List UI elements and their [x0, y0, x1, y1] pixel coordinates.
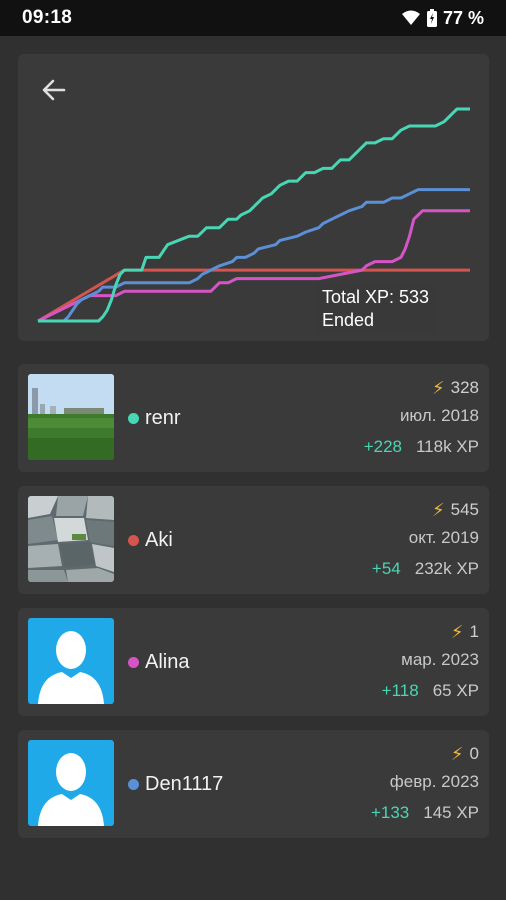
xp-delta: +133	[370, 803, 410, 822]
energy-row: ⚡ 328	[364, 376, 479, 400]
status-bar: 09:18 77 %	[0, 0, 506, 36]
joined-date: окт. 2019	[408, 528, 479, 547]
user-name-row: Alina	[128, 608, 189, 716]
chart-summary: Total XP: 533 Ended	[316, 284, 436, 334]
status-icons: 77 %	[401, 8, 484, 29]
energy-value: 328	[450, 378, 479, 397]
user-name: Aki	[145, 528, 173, 551]
user-card[interactable]: Den1117 ⚡ 0 февр. 2023 +133 145 XP	[18, 730, 489, 838]
battery-percent: 77 %	[442, 7, 484, 28]
energy-value: 1	[469, 622, 479, 641]
user-card[interactable]: Aki ⚡ 545 окт. 2019 +54 232k XP	[18, 486, 489, 594]
xp-total: 65 XP	[432, 681, 479, 700]
user-name-row: Den1117	[128, 730, 223, 838]
user-stats: ⚡ 328 июл. 2018 +228 118k XP	[364, 376, 479, 462]
user-stats: ⚡ 545 окт. 2019 +54 232k XP	[372, 498, 479, 584]
series-color-dot	[128, 412, 139, 424]
lightning-icon: ⚡	[450, 621, 464, 642]
user-name-row: renr	[128, 364, 181, 472]
lightning-icon: ⚡	[431, 499, 445, 520]
xp-row: +118 65 XP	[382, 675, 479, 706]
energy-value: 0	[469, 744, 479, 763]
main-screen: Total XP: 533 Ended renr ⚡ 328 июл. 2018…	[0, 36, 506, 900]
xp-total: 232k XP	[414, 559, 479, 578]
avatar	[28, 740, 114, 826]
user-card[interactable]: renr ⚡ 328 июл. 2018 +228 118k XP	[18, 364, 489, 472]
battery-icon	[426, 9, 437, 27]
user-name-row: Aki	[128, 486, 173, 594]
avatar	[28, 374, 114, 460]
xp-chart-card: Total XP: 533 Ended	[18, 54, 489, 341]
user-name: renr	[145, 406, 181, 429]
energy-row: ⚡ 545	[372, 498, 479, 522]
xp-delta: +228	[363, 437, 402, 456]
joined-date: февр. 2023	[389, 772, 479, 791]
back-button[interactable]	[34, 70, 74, 110]
xp-delta: +54	[371, 559, 401, 578]
total-xp-label: Total XP: 533	[322, 287, 430, 307]
series-color-dot	[128, 778, 139, 790]
xp-delta: +118	[381, 681, 419, 700]
joined-date: июл. 2018	[399, 406, 479, 425]
xp-row: +228 118k XP	[364, 431, 479, 462]
wifi-icon	[401, 10, 420, 25]
energy-value: 545	[450, 500, 479, 519]
energy-row: ⚡ 0	[371, 742, 479, 766]
user-name: Alina	[145, 650, 190, 673]
energy-row: ⚡ 1	[382, 620, 479, 644]
avatar	[28, 618, 114, 704]
user-stats: ⚡ 0 февр. 2023 +133 145 XP	[371, 742, 479, 828]
joined-date: мар. 2023	[401, 650, 479, 669]
lightning-icon: ⚡	[450, 743, 464, 764]
xp-row: +54 232k XP	[372, 553, 479, 584]
series-color-dot	[128, 656, 139, 668]
xp-row: +133 145 XP	[371, 797, 479, 828]
arrow-back-icon	[42, 79, 66, 101]
rocks-photo-icon	[28, 496, 114, 582]
default-person-icon	[28, 618, 114, 704]
user-card[interactable]: Alina ⚡ 1 мар. 2023 +118 65 XP	[18, 608, 489, 716]
lightning-icon: ⚡	[431, 377, 445, 398]
default-person-icon	[28, 740, 114, 826]
avatar	[28, 496, 114, 582]
user-name: Den1117	[145, 772, 224, 795]
xp-total: 145 XP	[423, 803, 479, 822]
xp-total: 118k XP	[415, 437, 479, 456]
user-stats: ⚡ 1 мар. 2023 +118 65 XP	[382, 620, 479, 706]
challenge-status: Ended	[322, 310, 375, 330]
field-photo-icon	[28, 374, 114, 460]
status-time: 09:18	[22, 7, 73, 28]
series-color-dot	[128, 534, 139, 546]
